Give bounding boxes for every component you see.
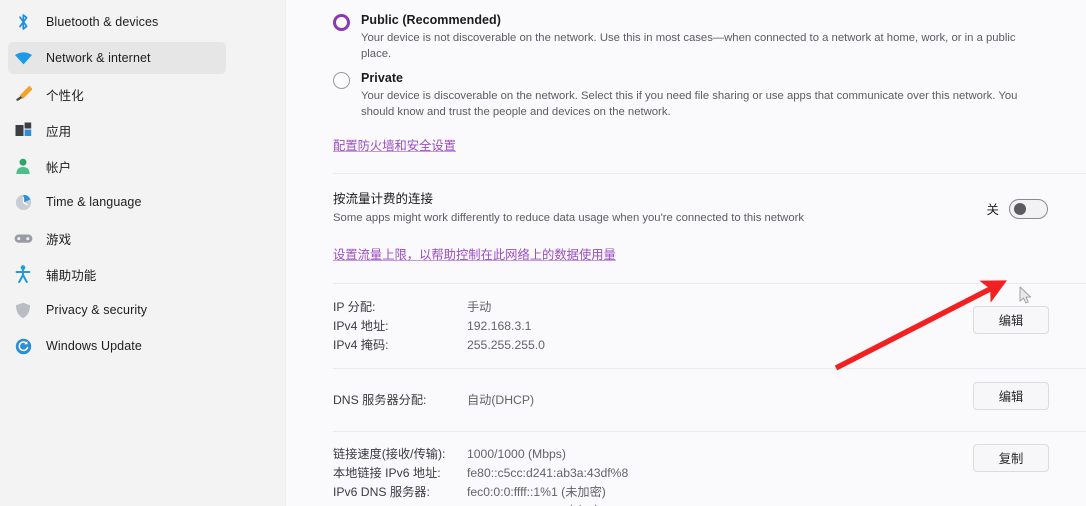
sidebar-item-network-internet[interactable]: Network & internet	[8, 42, 226, 74]
radio-public[interactable]	[333, 14, 350, 31]
table-row: IPv4 掩码: 255.255.255.0	[333, 336, 1042, 355]
edit-dns-button[interactable]: 编辑	[973, 382, 1049, 410]
bluetooth-icon	[12, 11, 34, 33]
prop-key: DNS 服务器分配:	[333, 393, 427, 407]
prop-value: fec0:0:0:ffff::2%1 (未加密)	[467, 502, 606, 506]
option-description: Your device is discoverable on the netwo…	[361, 90, 1018, 118]
dns-assignment-section: DNS 服务器分配: 自动(DHCP) 编辑	[286, 369, 1086, 431]
prop-key: 本地链接 IPv6 地址:	[333, 466, 441, 480]
metered-toggle[interactable]	[1009, 198, 1048, 219]
dns-properties-table: DNS 服务器分配: 自动(DHCP)	[333, 391, 1042, 410]
personalization-brush-icon	[12, 83, 34, 105]
prop-value: 255.255.255.0	[467, 338, 545, 352]
table-row: 链接速度(接收/传输): 1000/1000 (Mbps)	[333, 445, 1042, 464]
option-title: Private	[361, 71, 404, 85]
prop-value: fe80::c5cc:d241:ab3a:43df%8	[467, 466, 629, 480]
network-profile-option-private[interactable]: Private Your device is discoverable on t…	[333, 70, 1042, 120]
sidebar-item-label: 应用	[46, 124, 72, 139]
ip-properties-table: IP 分配: 手动 IPv4 地址: 192.168.3.1 IPv4 掩码: …	[333, 298, 1042, 355]
radio-private[interactable]	[333, 72, 350, 89]
sidebar-item-bluetooth-devices[interactable]: Bluetooth & devices	[8, 6, 226, 38]
configure-firewall-link[interactable]: 配置防火墙和安全设置	[333, 136, 456, 154]
windows-update-icon	[12, 335, 34, 357]
sidebar-item-label: Bluetooth & devices	[46, 15, 159, 29]
prop-key: IPv4 掩码:	[333, 338, 389, 352]
details-properties-table: 链接速度(接收/传输): 1000/1000 (Mbps) 本地链接 IPv6 …	[333, 445, 1042, 506]
network-properties-content: Public (Recommended) Your device is not …	[285, 0, 1086, 506]
connection-details-section: 链接速度(接收/传输): 1000/1000 (Mbps) 本地链接 IPv6 …	[286, 432, 1086, 506]
option-description: Your device is not discoverable on the n…	[361, 32, 1016, 60]
prop-key: IPv6 DNS 服务器:	[333, 485, 430, 499]
sidebar-item-label: Privacy & security	[46, 303, 148, 317]
clock-icon	[12, 191, 34, 213]
edit-ip-button[interactable]: 编辑	[973, 306, 1049, 334]
table-row: IP 分配: 手动	[333, 298, 1042, 317]
sidebar-item-time-language[interactable]: Time & language	[8, 186, 226, 218]
sidebar-item-privacy-security[interactable]: Privacy & security	[8, 294, 226, 326]
set-data-limit-link[interactable]: 设置流量上限，以帮助控制在此网络上的数据使用量	[333, 245, 616, 263]
prop-key: 链接速度(接收/传输):	[333, 447, 446, 461]
prop-value: 手动	[467, 300, 492, 314]
table-row: 本地链接 IPv6 地址: fe80::c5cc:d241:ab3a:43df%…	[333, 464, 1042, 483]
prop-value: 自动(DHCP)	[467, 393, 535, 407]
network-profile-section: Public (Recommended) Your device is not …	[286, 0, 1086, 155]
sidebar-item-label: 辅助功能	[46, 268, 97, 283]
table-row: IPv4 地址: 192.168.3.1	[333, 317, 1042, 336]
ip-assignment-section: IP 分配: 手动 IPv4 地址: 192.168.3.1 IPv4 掩码: …	[286, 284, 1086, 368]
table-row: DNS 服务器分配: 自动(DHCP)	[333, 391, 1042, 410]
shield-icon	[12, 299, 34, 321]
accessibility-icon	[12, 263, 34, 285]
metered-connection-section: 按流量计费的连接 Some apps might work differentl…	[286, 174, 1086, 264]
sidebar-item-gaming[interactable]: 游戏	[8, 222, 226, 254]
wifi-icon	[12, 47, 34, 69]
sidebar-item-label: Windows Update	[46, 339, 142, 353]
network-profile-option-public[interactable]: Public (Recommended) Your device is not …	[333, 12, 1042, 62]
sidebar-item-accessibility[interactable]: 辅助功能	[8, 258, 226, 290]
metered-title: 按流量计费的连接	[333, 192, 434, 206]
accounts-person-icon	[12, 155, 34, 177]
sidebar-item-label: Time & language	[46, 195, 142, 209]
prop-value-list: fec0:0:0:ffff::1%1 (未加密) fec0:0:0:ffff::…	[467, 483, 606, 506]
settings-window: Bluetooth & devices Network & internet 个…	[0, 0, 1086, 506]
sidebar-item-personalization[interactable]: 个性化	[8, 78, 226, 110]
copy-details-button[interactable]: 复制	[973, 444, 1049, 472]
metered-toggle-label: 关	[986, 203, 999, 217]
toggle-knob	[1014, 202, 1026, 215]
prop-value: 1000/1000 (Mbps)	[467, 447, 566, 461]
metered-description: Some apps might work differently to redu…	[333, 212, 805, 224]
gaming-controller-icon	[12, 227, 34, 249]
sidebar-item-apps[interactable]: 应用	[8, 114, 226, 146]
prop-key: IPv4 地址:	[333, 319, 389, 333]
sidebar-item-label: 游戏	[46, 232, 72, 247]
option-title: Public (Recommended)	[361, 13, 501, 27]
sidebar-item-windows-update[interactable]: Windows Update	[8, 330, 226, 362]
prop-key: IP 分配:	[333, 300, 376, 314]
prop-value: fec0:0:0:ffff::1%1 (未加密)	[467, 485, 606, 499]
sidebar-item-label: 帐户	[46, 160, 72, 175]
sidebar-item-label: 个性化	[46, 88, 84, 103]
table-row: IPv6 DNS 服务器: fec0:0:0:ffff::1%1 (未加密) f…	[333, 483, 1042, 506]
prop-value: 192.168.3.1	[467, 319, 532, 333]
sidebar-item-accounts[interactable]: 帐户	[8, 150, 226, 182]
apps-icon	[12, 119, 34, 141]
settings-sidebar: Bluetooth & devices Network & internet 个…	[0, 0, 285, 506]
sidebar-item-label: Network & internet	[46, 51, 151, 65]
